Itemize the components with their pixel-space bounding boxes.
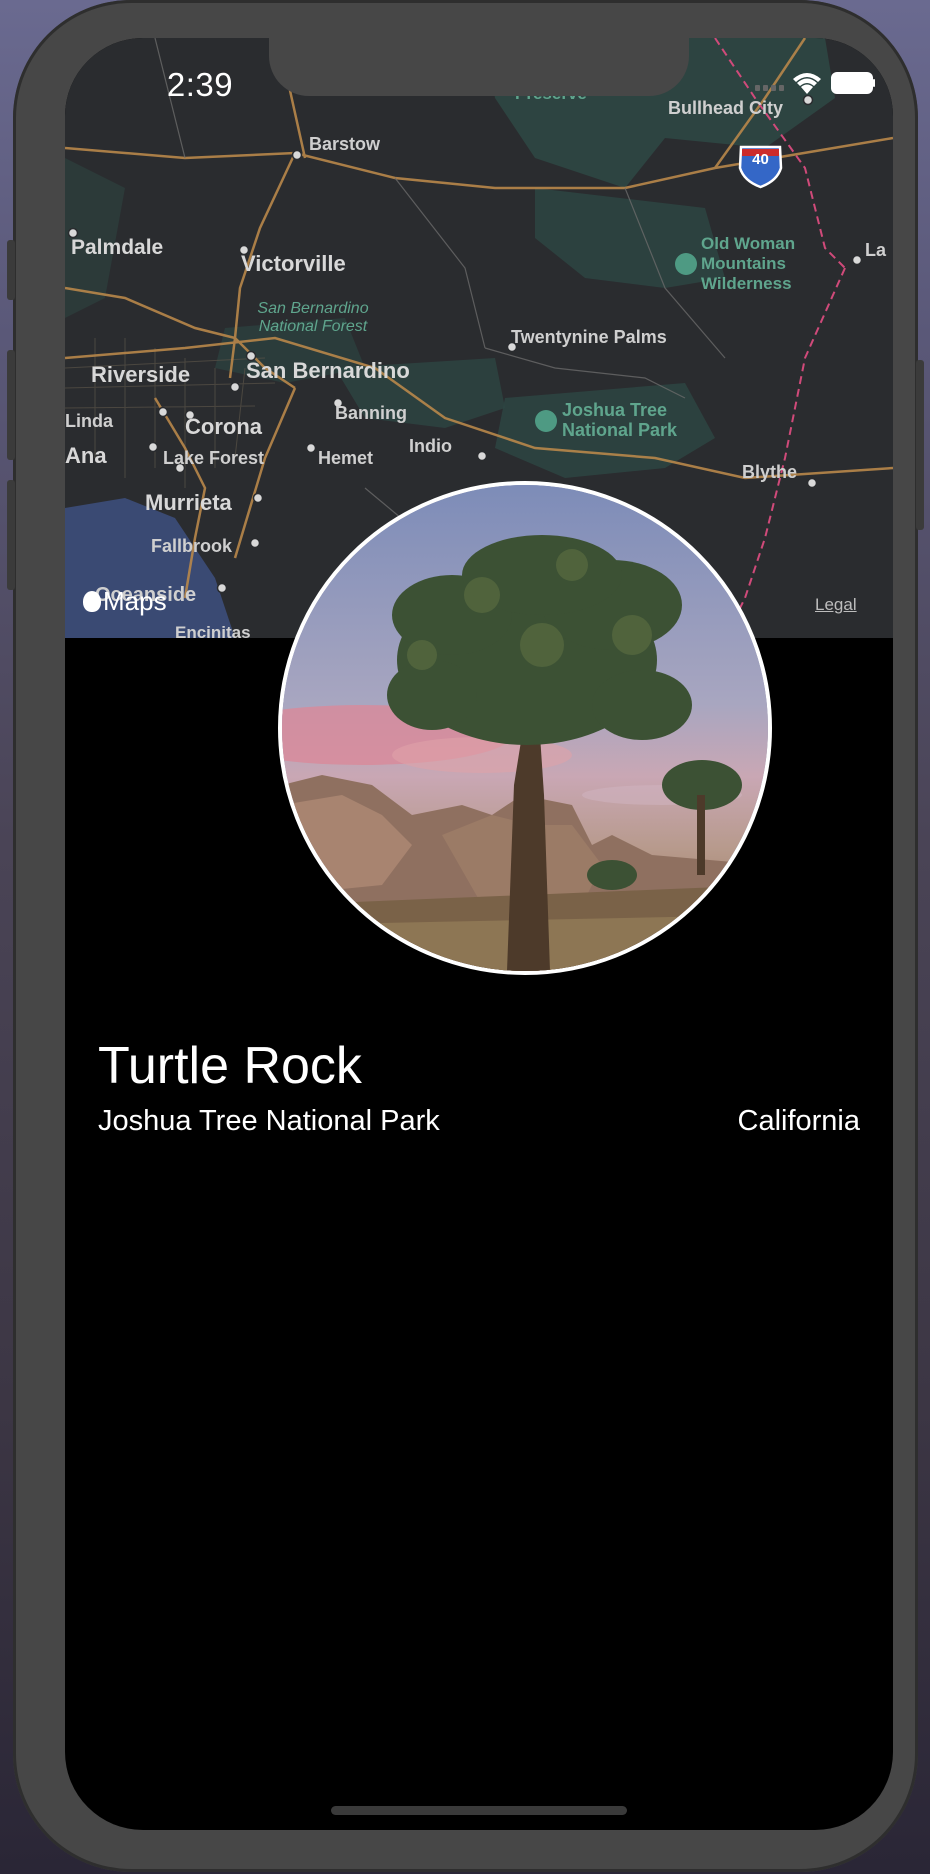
map-label-victorville: Victorville <box>241 251 346 276</box>
landmark-state: California <box>737 1105 861 1137</box>
park-icon <box>535 410 557 432</box>
map-label-hemet: Hemet <box>318 448 374 468</box>
map-label-lake-forest: Lake Forest <box>163 448 265 468</box>
map-label-riverside: Riverside <box>91 362 191 387</box>
map-label-palmdale: Palmdale <box>71 236 164 259</box>
map-label-linda: Linda <box>65 411 113 431</box>
map-label-banning: Banning <box>335 403 407 423</box>
map-label-fallbrook: Fallbrook <box>151 536 233 556</box>
map-label-twentynine-palms: Twentynine Palms <box>511 327 667 347</box>
device-frame: Barstow Bullhead City Palmdale Victorvil… <box>7 0 924 1872</box>
app-screen: Barstow Bullhead City Palmdale Victorvil… <box>65 38 893 1830</box>
volume-up-button <box>7 350 15 460</box>
device-notch <box>269 38 689 96</box>
map-label-corona: Corona <box>185 414 262 439</box>
wifi-icon <box>793 73 821 94</box>
battery-icon <box>831 72 875 94</box>
landmark-park: Joshua Tree National Park <box>98 1105 440 1137</box>
map-label-san-bernardino: San Bernardino <box>246 358 410 383</box>
park-icon <box>675 253 697 275</box>
map-label-ana: Ana <box>65 443 107 468</box>
map-label-joshua-tree-national-park: Joshua Tree National Park <box>562 400 678 440</box>
map-label-san-bernardino-national-forest: San Bernardino National Forest <box>257 300 369 335</box>
map-label-barstow: Barstow <box>309 134 381 154</box>
maps-attribution-label: Maps <box>103 586 167 616</box>
status-bar-icons <box>755 68 875 98</box>
volume-down-button <box>7 480 15 590</box>
power-button <box>916 360 924 530</box>
maps-attribution: Maps <box>83 586 167 617</box>
legal-link[interactable]: Legal <box>815 595 857 615</box>
map-label-encinitas: Encinitas <box>175 623 251 642</box>
status-bar-time: 2:39 <box>166 66 234 103</box>
landmark-title: Turtle Rock <box>98 1037 362 1095</box>
apple-logo-icon <box>83 591 101 612</box>
interstate-label: 40 <box>752 151 769 168</box>
home-indicator[interactable] <box>331 1806 627 1815</box>
mute-switch <box>7 240 15 300</box>
map-label-la: La <box>865 240 887 260</box>
landmark-photo <box>278 481 772 975</box>
map-label-murrieta: Murrieta <box>145 490 232 515</box>
map-label-indio: Indio <box>409 436 452 456</box>
cellular-signal-icon <box>755 85 784 91</box>
map-label-old-woman-mountains-wilderness: Old Woman Mountains Wilderness <box>701 234 796 293</box>
map-label-bullhead-city: Bullhead City <box>668 98 784 118</box>
map-label-blythe: Blythe <box>742 462 798 482</box>
